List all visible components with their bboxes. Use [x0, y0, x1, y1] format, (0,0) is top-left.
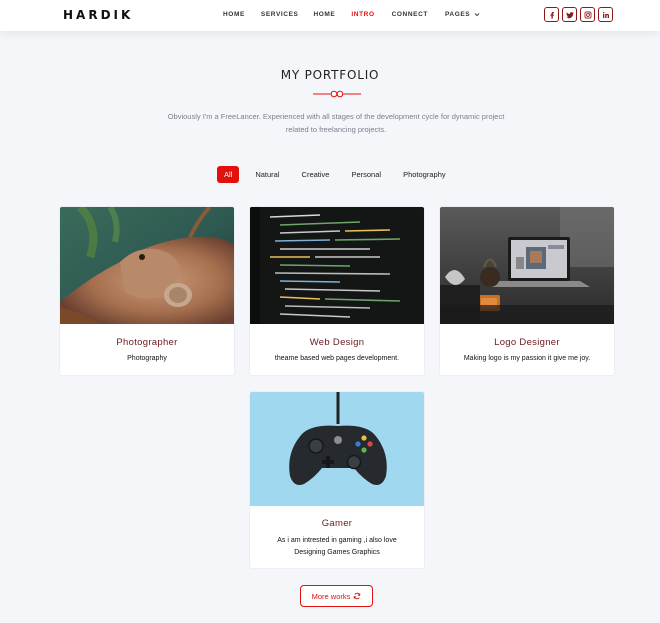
- facebook-link[interactable]: [544, 7, 559, 22]
- portfolio-card-photographer[interactable]: Photographer Photography: [59, 206, 235, 376]
- card-title: Web Design: [309, 337, 365, 348]
- code-screen-photo: [250, 207, 424, 324]
- card-description: Photography: [127, 355, 167, 362]
- laptop-desk-photo: [440, 207, 614, 324]
- portfolio-filters: All Natural Creative Personal Photograph…: [217, 166, 446, 183]
- instagram-icon: [584, 11, 591, 18]
- card-title: Photographer: [116, 337, 178, 348]
- nav-item-pages[interactable]: PAGES: [445, 11, 481, 18]
- iguana-photo: [60, 207, 234, 324]
- nav-item-home[interactable]: HOME: [223, 11, 245, 18]
- portfolio-card-logo-designer[interactable]: Logo Designer Making logo is my passion …: [439, 206, 615, 376]
- brand-logo[interactable]: HARDIK: [63, 8, 133, 22]
- filter-photography[interactable]: Photography: [403, 166, 446, 183]
- portfolio-card-web-design[interactable]: Web Design theame based web pages develo…: [249, 206, 425, 376]
- linkedin-icon: [602, 11, 609, 18]
- nav-menu: HOME SERVICES HOME INTRO CONNECT PAGES: [223, 11, 481, 18]
- instagram-link[interactable]: [580, 7, 595, 22]
- card-title: Gamer: [321, 518, 353, 529]
- section-title: MY PORTFOLIO: [280, 68, 380, 82]
- chevron-down-icon: [474, 13, 480, 17]
- title-divider: [313, 90, 361, 98]
- navbar: HARDIK HOME SERVICES HOME INTRO CONNECT …: [0, 0, 660, 31]
- twitter-icon: [565, 11, 574, 18]
- portfolio-card-gamer[interactable]: Gamer As i am intrested in gaming ,i als…: [249, 391, 425, 569]
- nav-item-connect[interactable]: CONNECT: [392, 11, 428, 18]
- linkedin-link[interactable]: [598, 7, 613, 22]
- nav-item-services[interactable]: SERVICES: [261, 11, 299, 18]
- refresh-icon: [354, 592, 361, 600]
- nav-item-pages-label: PAGES: [444, 11, 471, 19]
- filter-creative[interactable]: Creative: [302, 166, 330, 183]
- gamepad-photo: [250, 392, 424, 506]
- card-description: As i am intrested in gaming ,i also love…: [277, 537, 397, 556]
- filter-all[interactable]: All: [217, 166, 240, 183]
- twitter-link[interactable]: [562, 7, 577, 22]
- card-title: Logo Designer: [494, 337, 560, 348]
- card-description: Making logo is my passion it give me joy…: [463, 355, 591, 362]
- facebook-icon: [549, 11, 554, 19]
- section-subtitle: Obviously I'm a FreeLancer. Experienced …: [167, 112, 505, 134]
- filter-natural[interactable]: Natural: [255, 166, 279, 183]
- nav-item-home-2[interactable]: HOME: [313, 11, 335, 18]
- more-works-label: More works: [311, 591, 351, 601]
- card-description: theame based web pages development.: [274, 355, 400, 362]
- more-works-button[interactable]: More works: [300, 585, 373, 607]
- filter-personal[interactable]: Personal: [351, 166, 381, 183]
- social-links: [544, 7, 613, 22]
- nav-item-intro[interactable]: INTRO: [351, 11, 374, 18]
